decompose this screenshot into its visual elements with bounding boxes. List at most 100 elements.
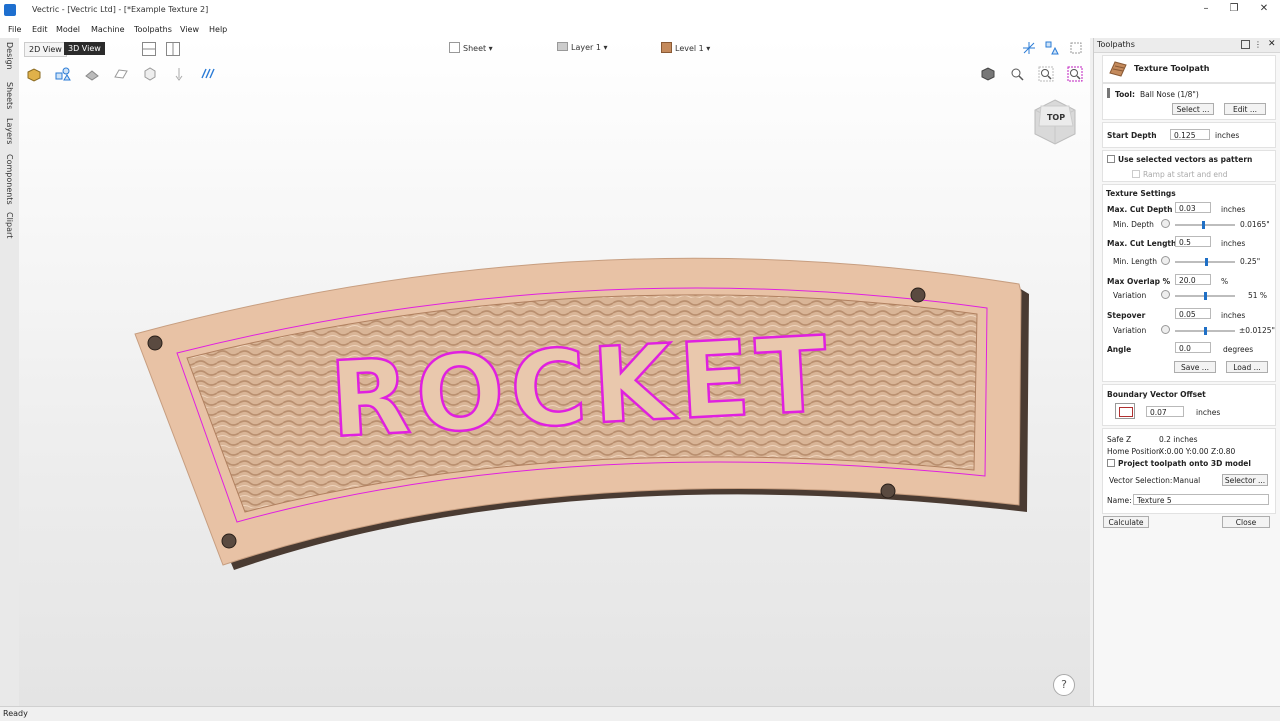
min-length-value: 0.25": [1240, 257, 1261, 266]
screw-bottom-left: [221, 533, 237, 549]
start-depth-unit: inches: [1215, 131, 1240, 140]
close-button[interactable]: Close: [1222, 516, 1270, 528]
select-tool-button[interactable]: Select ...: [1172, 103, 1214, 115]
boundary-offset-label: Boundary Vector Offset: [1107, 390, 1206, 399]
machine-settings-section: Safe Z 0.2 inches Home Position X:0.00 Y…: [1102, 428, 1276, 514]
safe-z-value: 0.2 inches: [1159, 435, 1198, 444]
menu-view[interactable]: View: [180, 25, 199, 34]
start-depth-section: Start Depth 0.125 inches: [1102, 122, 1276, 148]
use-vectors-checkbox[interactable]: [1107, 155, 1115, 163]
stepover-input[interactable]: 0.05: [1175, 308, 1211, 319]
max-cut-length-label: Max. Cut Length: [1107, 239, 1177, 248]
min-length-slider[interactable]: [1175, 258, 1235, 266]
3d-viewport[interactable]: 2D View 3D View Sheet ▾ Layer 1 ▾ Level …: [19, 38, 1090, 706]
tab-layers[interactable]: Layers: [5, 118, 14, 144]
angle-label: Angle: [1107, 345, 1132, 354]
status-bar: Ready: [0, 706, 1280, 721]
tool-value: Ball Nose (1/8"): [1140, 90, 1199, 99]
left-tab-strip: Design Sheets Layers Components Clipart: [0, 38, 20, 706]
stepover-unit: inches: [1221, 311, 1246, 320]
tab-components[interactable]: Components: [5, 154, 14, 205]
menu-edit[interactable]: Edit: [32, 25, 48, 34]
restore-button[interactable]: ❐: [1226, 3, 1242, 17]
max-overlap-unit: %: [1221, 277, 1229, 286]
texture-settings-heading: Texture Settings: [1106, 189, 1176, 198]
vector-selection-label: Vector Selection:: [1109, 476, 1173, 485]
min-length-lock-icon[interactable]: [1161, 256, 1170, 265]
max-cut-depth-input[interactable]: 0.03: [1175, 202, 1211, 213]
min-depth-lock-icon[interactable]: [1161, 219, 1170, 228]
min-depth-slider[interactable]: [1175, 221, 1235, 229]
tab-design[interactable]: Design: [5, 42, 14, 70]
screw-top-left: [147, 335, 163, 351]
min-depth-label: Min. Depth: [1113, 220, 1154, 229]
menu-model[interactable]: Model: [56, 25, 80, 34]
variation-lock-icon-2[interactable]: [1161, 325, 1170, 334]
menu-help[interactable]: Help: [209, 25, 227, 34]
name-label: Name:: [1107, 496, 1132, 505]
status-text: Ready: [3, 709, 28, 718]
help-button[interactable]: ?: [1053, 674, 1075, 696]
stepover-variation-slider[interactable]: [1175, 327, 1235, 335]
screw-top-right: [910, 287, 926, 303]
ramp-checkbox[interactable]: [1132, 170, 1140, 178]
project-toolpath-label: Project toolpath onto 3D model: [1118, 459, 1251, 468]
angle-unit: degrees: [1223, 345, 1254, 354]
menu-file[interactable]: File: [8, 25, 21, 34]
max-cut-length-input[interactable]: 0.5: [1175, 236, 1211, 247]
min-length-slider-thumb[interactable]: [1205, 258, 1208, 266]
3d-model-view: ROCKET: [134, 257, 1029, 570]
min-depth-value: 0.0165": [1240, 220, 1270, 229]
overlap-variation-slider[interactable]: [1175, 292, 1235, 300]
tool-label: Tool:: [1115, 90, 1135, 99]
min-depth-slider-thumb[interactable]: [1202, 221, 1205, 229]
texture-toolpath-icon: [1109, 61, 1127, 77]
menu-bar: File Edit Model Machine Toolpaths View H…: [0, 21, 1280, 38]
toolpath-name-input[interactable]: Texture 5: [1133, 494, 1269, 505]
toolpath-title-section: Texture Toolpath: [1102, 55, 1276, 83]
pattern-section: Use selected vectors as pattern Ramp at …: [1102, 150, 1276, 182]
angle-input[interactable]: 0.0: [1175, 342, 1211, 353]
boundary-offset-icon: [1115, 403, 1135, 419]
panel-header: Toolpaths ⋮ ✕: [1094, 38, 1280, 53]
close-panel-icon[interactable]: ✕: [1268, 39, 1276, 49]
variation-value-2: ±0.0125": [1239, 326, 1275, 335]
overlap-variation-slider-thumb[interactable]: [1204, 292, 1207, 300]
menu-machine[interactable]: Machine: [91, 25, 125, 34]
home-position-value: X:0.00 Y:0.00 Z:0.80: [1159, 447, 1236, 456]
stepover-variation-slider-thumb[interactable]: [1204, 327, 1207, 335]
calculate-button[interactable]: Calculate: [1103, 516, 1149, 528]
selector-button[interactable]: Selector ...: [1222, 474, 1268, 486]
tab-clipart[interactable]: Clipart: [5, 212, 14, 238]
min-length-label: Min. Length: [1113, 257, 1157, 266]
menu-toolpaths[interactable]: Toolpaths: [134, 25, 172, 34]
variation-lock-icon-1[interactable]: [1161, 290, 1170, 299]
boundary-offset-input[interactable]: 0.07: [1146, 406, 1184, 417]
variation-label-2: Variation: [1113, 326, 1147, 335]
project-toolpath-checkbox[interactable]: [1107, 459, 1115, 467]
save-settings-button[interactable]: Save ...: [1174, 361, 1216, 373]
close-window-button[interactable]: ✕: [1256, 3, 1272, 17]
max-overlap-label: Max Overlap %: [1107, 277, 1171, 286]
start-depth-input[interactable]: 0.125: [1170, 129, 1210, 140]
panel-options-icon[interactable]: ⋮: [1254, 40, 1262, 49]
minimize-button[interactable]: –: [1198, 3, 1214, 17]
max-cut-depth-unit: inches: [1221, 205, 1246, 214]
window-title: Vectric - [Vectric Ltd] - [*Example Text…: [32, 5, 209, 14]
toolpaths-panel: Toolpaths ⋮ ✕ Texture Toolpath Tool: Bal…: [1093, 38, 1280, 706]
variation-label-1: Variation: [1113, 291, 1147, 300]
load-settings-button[interactable]: Load ...: [1226, 361, 1268, 373]
max-overlap-input[interactable]: 20.0: [1175, 274, 1211, 285]
pin-panel-icon[interactable]: [1241, 40, 1250, 49]
vectric-logo-icon: [4, 4, 16, 16]
tab-sheets[interactable]: Sheets: [5, 82, 14, 109]
title-bar: Vectric - [Vectric Ltd] - [*Example Text…: [0, 0, 1280, 21]
texture-settings-section: Texture Settings Max. Cut Depth 0.03 inc…: [1102, 184, 1276, 382]
boundary-section: Boundary Vector Offset 0.07 inches: [1102, 384, 1276, 426]
stepover-label: Stepover: [1107, 311, 1146, 320]
max-cut-depth-label: Max. Cut Depth: [1107, 205, 1173, 214]
use-vectors-label: Use selected vectors as pattern: [1118, 155, 1253, 164]
home-position-label: Home Position: [1107, 447, 1161, 456]
variation-value-1: 51 %: [1248, 291, 1268, 300]
edit-tool-button[interactable]: Edit ...: [1224, 103, 1266, 115]
